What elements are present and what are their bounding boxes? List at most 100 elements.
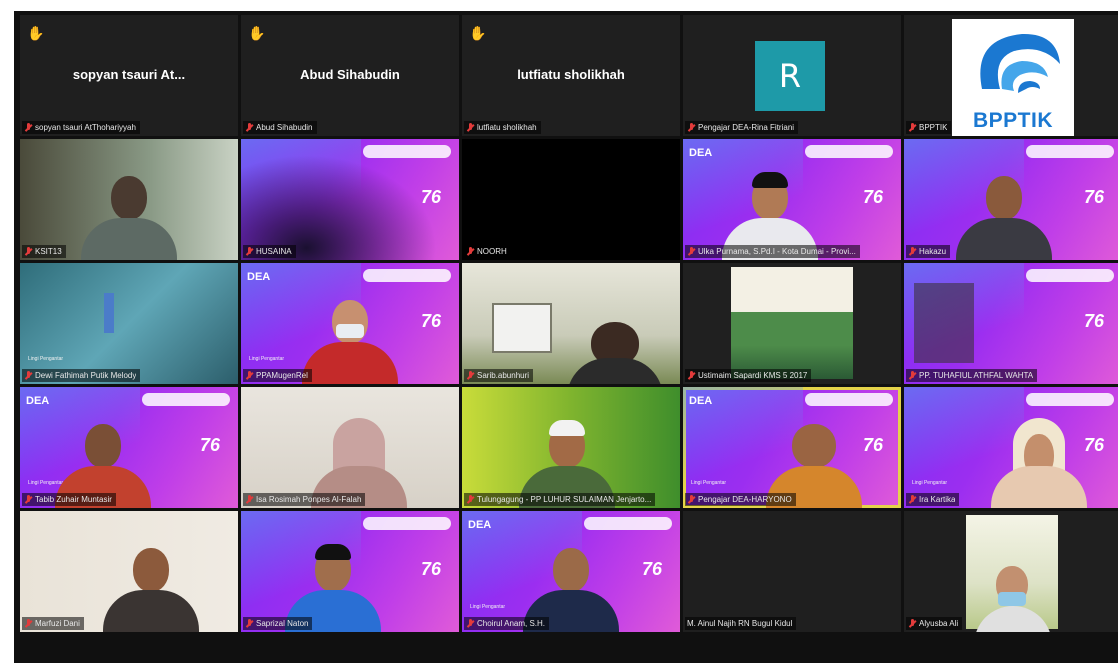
participant-video — [241, 139, 459, 260]
person-body — [974, 606, 1052, 632]
person-body — [102, 590, 199, 632]
participant-name-bar: PP. TUHAFIUL ATHFAL WAHTA — [906, 369, 1038, 382]
muted-mic-icon — [466, 246, 475, 257]
participant-tile[interactable]: Lingi Pengantar Dewi Fathimah Putik Melo… — [20, 263, 238, 384]
participant-name: Hakazu — [919, 247, 947, 256]
bpptik-emblem-icon — [980, 33, 1060, 93]
muted-mic-icon — [466, 494, 475, 505]
participant-tile[interactable]: ✋ Abud Sihabudin Abud Sihabudin — [241, 15, 459, 136]
muted-mic-icon — [466, 370, 475, 381]
banner-logos — [805, 393, 893, 406]
person-body — [302, 342, 398, 384]
participant-tile[interactable]: BPPTIK BPPTIK — [904, 15, 1118, 136]
participant-name: NOORH — [477, 247, 507, 256]
participant-name-bar: Alyusba Ali — [906, 617, 963, 630]
participant-tile[interactable]: M. Ainul Najih RN Bugul Kidul — [683, 511, 901, 632]
participant-name-bar: Ustimaim Sapardi KMS 5 2017 — [685, 369, 812, 382]
participant-display-name: lutfiatu sholikhah — [517, 67, 625, 82]
muted-mic-icon — [908, 618, 917, 629]
participant-video — [914, 283, 974, 363]
participant-name-bar: sopyan tsauri AtThohariyyah — [22, 121, 140, 134]
participant-tile[interactable]: Ustimaim Sapardi KMS 5 2017 — [683, 263, 901, 384]
participant-tile[interactable]: Sarib.abunhuri — [462, 263, 680, 384]
banner-logos — [805, 145, 893, 158]
participant-tile[interactable]: 76 Hakazu — [904, 139, 1118, 260]
muted-mic-icon — [687, 370, 696, 381]
participant-tile[interactable]: KSIT13 — [20, 139, 238, 260]
dea-logo: DEA — [689, 147, 713, 159]
participant-tile[interactable]: Alyusba Ali — [904, 511, 1118, 632]
anniversary-number: 76 — [641, 559, 662, 579]
participant-video — [944, 168, 1064, 260]
participant-tile[interactable]: Isa Rosimah Ponpes Al-Falah — [241, 387, 459, 508]
participant-name-bar: Sarib.abunhuri — [464, 369, 534, 382]
banner-caption: Lingi Pengantar — [912, 480, 948, 486]
person-head — [111, 176, 147, 220]
raised-hand-icon: ✋ — [469, 25, 487, 41]
muted-mic-icon — [24, 494, 33, 505]
person-cap — [548, 420, 585, 436]
banner-caption: Lingi Pengantar — [249, 356, 285, 362]
participant-name-bar: HUSAINA — [243, 245, 296, 258]
person-head — [553, 548, 589, 592]
participant-tile[interactable]: ✋ lutfiatu sholikhah lutfiatu sholikhah — [462, 15, 680, 136]
participant-tile[interactable]: NOORH — [462, 139, 680, 260]
participant-grid: ✋ sopyan tsauri At... sopyan tsauri AtTh… — [20, 15, 1118, 632]
participant-tile[interactable]: DEA 76 Ulka Purnama, S.Pd.I - Kota Dumai… — [683, 139, 901, 260]
participant-tile[interactable]: DEA 76 Lingi Pengantar Tabib Zuhair Munt… — [20, 387, 238, 508]
participant-name: PPAMugenRel — [256, 371, 308, 380]
participant-name: KSIT13 — [35, 247, 62, 256]
person-head — [986, 176, 1023, 220]
bpptik-logo: BPPTIK — [952, 19, 1074, 136]
participant-name: Tabib Zuhair Muntasir — [35, 495, 112, 504]
participant-name: Tulungagung - PP LUHUR SULAIMAN Jenjarto… — [477, 495, 652, 504]
banner-logos — [142, 393, 230, 406]
person-cap — [752, 172, 789, 188]
banner-caption: Lingi Pengantar — [470, 604, 506, 610]
participant-tile[interactable]: 76 HUSAINA — [241, 139, 459, 260]
banner-caption: Lingi Pengantar — [28, 356, 64, 362]
muted-mic-icon — [245, 370, 254, 381]
person-cap — [314, 544, 351, 560]
anniversary-number: 76 — [420, 311, 441, 331]
participant-name-bar: Marfuzi Dani — [22, 617, 84, 630]
muted-mic-icon — [466, 122, 475, 133]
avatar: R — [755, 41, 825, 111]
active-speaker-tile[interactable]: DEA 76 Lingi Pengantar Pengajar DEA-HARY… — [683, 387, 901, 508]
person-body — [566, 358, 663, 384]
participant-video — [731, 267, 853, 379]
logo-text: BPPTIK — [972, 109, 1053, 132]
participant-video — [91, 540, 211, 632]
dea-logo: DEA — [26, 395, 50, 407]
person-head — [132, 548, 169, 592]
dea-logo: DEA — [468, 519, 492, 531]
participant-tile[interactable]: 76 Lingi Pengantar Ira Kartika — [904, 387, 1118, 508]
participant-tile[interactable]: R Pengajar DEA-Rina Fitriani — [683, 15, 901, 136]
participant-tile[interactable]: Marfuzi Dani — [20, 511, 238, 632]
participant-name-bar: Dewi Fathimah Putik Melody — [22, 369, 141, 382]
participant-video — [979, 416, 1099, 508]
participant-tile[interactable]: 76 PP. TUHAFIUL ATHFAL WAHTA — [904, 263, 1118, 384]
participant-tile[interactable]: DEA 76 Lingi Pengantar PPAMugenRel — [241, 263, 459, 384]
participant-tile[interactable]: DEA 76 Lingi Pengantar Choirul Anam, S.H… — [462, 511, 680, 632]
muted-mic-icon — [908, 370, 917, 381]
participant-name: PP. TUHAFIUL ATHFAL WAHTA — [919, 371, 1034, 380]
participant-tile[interactable]: Tulungagung - PP LUHUR SULAIMAN Jenjarto… — [462, 387, 680, 508]
participant-name-bar: Ulka Purnama, S.Pd.I - Kota Dumai - Prov… — [685, 245, 860, 258]
person-body — [991, 466, 1088, 508]
muted-mic-icon — [687, 494, 696, 505]
participant-video — [69, 168, 189, 260]
participant-tile[interactable]: ✋ sopyan tsauri At... sopyan tsauri AtTh… — [20, 15, 238, 136]
muted-mic-icon — [245, 618, 254, 629]
anniversary-number: 76 — [1083, 311, 1104, 331]
participant-name: HUSAINA — [256, 247, 292, 256]
participant-name: Ira Kartika — [919, 495, 956, 504]
face-mask — [336, 324, 364, 338]
banner-logos — [1026, 269, 1114, 282]
muted-mic-icon — [24, 122, 33, 133]
participant-display-name: Abud Sihabudin — [300, 67, 400, 82]
anniversary-number: 76 — [1083, 187, 1104, 207]
anniversary-number: 76 — [420, 559, 441, 579]
participant-name-bar: NOORH — [464, 245, 511, 258]
participant-tile[interactable]: 76 Saprizal Naton — [241, 511, 459, 632]
